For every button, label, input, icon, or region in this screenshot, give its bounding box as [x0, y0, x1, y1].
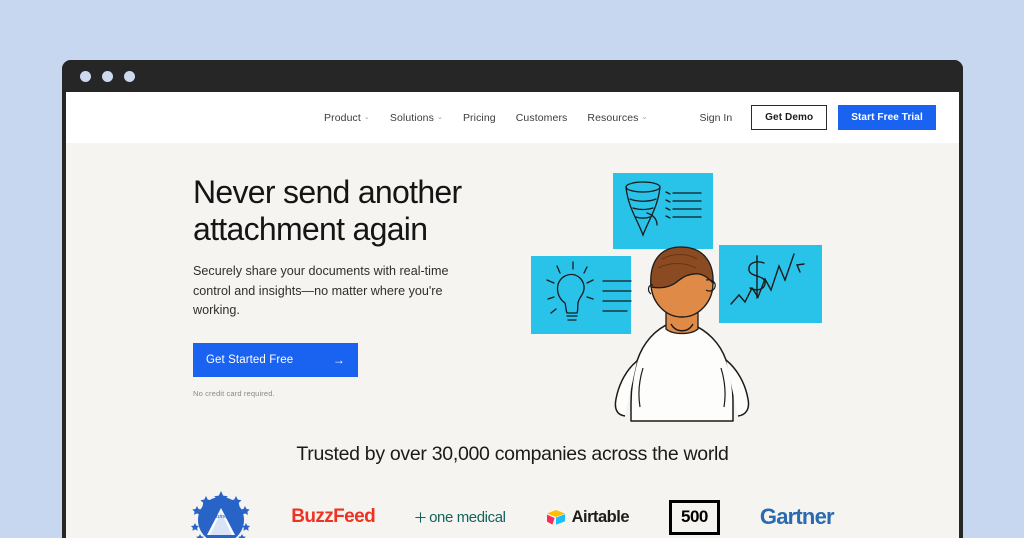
hero-section: Never send another attachment again Secu… [66, 143, 959, 538]
nav-item-product[interactable]: Product ⌄ [324, 112, 370, 124]
page-viewport: Product ⌄ Solutions ⌄ Pricing Customers … [66, 92, 959, 538]
nav-item-solutions[interactable]: Solutions ⌄ [390, 112, 443, 124]
airtable-icon [546, 509, 565, 525]
panel-dollar-growth [719, 245, 822, 323]
minimize-dot[interactable] [102, 70, 113, 82]
logo-500-startups: 500 [669, 499, 720, 535]
paramount-icon: Paramount [191, 491, 251, 538]
hero-copy: Never send another attachment again Secu… [193, 174, 523, 398]
chevron-down-icon: ⌄ [363, 113, 370, 121]
browser-titlebar [62, 60, 963, 92]
close-dot[interactable] [80, 70, 91, 82]
nav-item-pricing[interactable]: Pricing [463, 112, 496, 124]
logo-strip: Paramount BuzzFeed one medical Airtable … [66, 490, 959, 538]
nav-item-resources[interactable]: Resources ⌄ [587, 112, 647, 124]
nav-item-label: Product [324, 111, 361, 124]
trusted-by-section: Trusted by over 30,000 companies across … [66, 443, 959, 538]
hero-illustration [531, 173, 822, 422]
logo-airtable: Airtable [546, 507, 630, 527]
logo-paramount: Paramount [191, 490, 251, 538]
logo-one-medical: one medical [415, 508, 506, 526]
paramount-wordmark: Paramount [206, 513, 236, 520]
one-medical-wordmark: one medical [429, 508, 506, 526]
no-credit-card-note: No credit card required. [193, 388, 275, 398]
chevron-down-icon: ⌄ [641, 113, 648, 121]
nav-item-label: Pricing [462, 111, 496, 124]
browser-window: Product ⌄ Solutions ⌄ Pricing Customers … [62, 60, 963, 538]
get-started-free-button[interactable]: Get Started Free → [193, 342, 358, 377]
hero-subheading: Securely share your documents with real-… [193, 264, 449, 318]
nav-item-label: Resources [587, 111, 639, 124]
start-free-trial-button[interactable]: Start Free Trial [838, 105, 936, 130]
site-navbar: Product ⌄ Solutions ⌄ Pricing Customers … [66, 92, 959, 143]
panel-funnel [613, 173, 713, 249]
airtable-wordmark: Airtable [571, 507, 630, 526]
nav-actions: Sign In Get Demo Start Free Trial [699, 105, 936, 130]
cta-label: Get Started Free [206, 353, 294, 366]
logo-buzzfeed: BuzzFeed [291, 506, 376, 527]
nav-item-label: Solutions [389, 111, 434, 124]
page-title: Never send another attachment again [193, 174, 462, 248]
panel-lightbulb [531, 256, 632, 334]
logo-gartner: Gartner [759, 504, 835, 529]
sign-in-link[interactable]: Sign In [699, 112, 732, 124]
trusted-by-title: Trusted by over 30,000 companies across … [296, 443, 729, 465]
nav-item-label: Customers [515, 111, 568, 124]
medical-cross-icon [415, 511, 426, 523]
nav-item-customers[interactable]: Customers [516, 112, 568, 124]
get-demo-button[interactable]: Get Demo [751, 105, 828, 130]
maximize-dot[interactable] [124, 70, 135, 82]
arrow-right-icon: → [332, 352, 345, 367]
nav-links: Product ⌄ Solutions ⌄ Pricing Customers … [324, 92, 936, 143]
chevron-down-icon: ⌄ [436, 113, 443, 121]
